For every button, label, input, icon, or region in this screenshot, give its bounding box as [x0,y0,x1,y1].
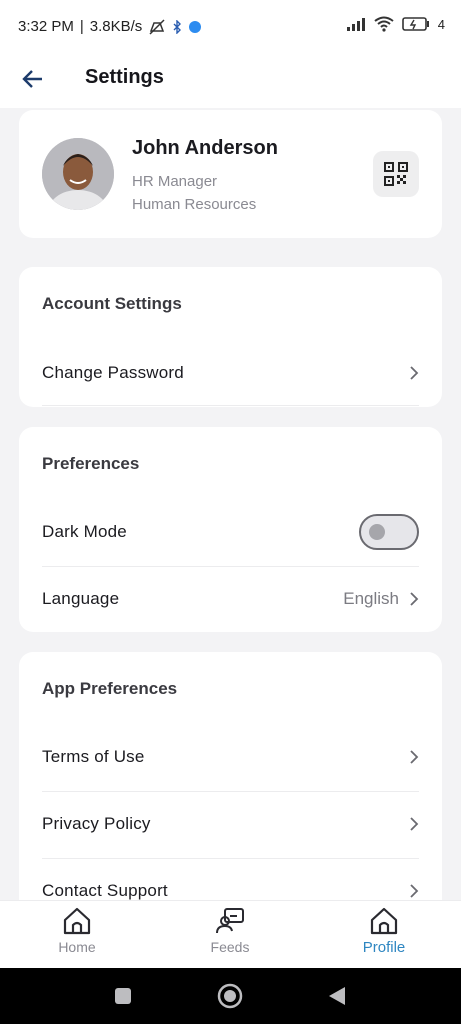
language-row[interactable]: Language English [42,577,419,621]
avatar-image [42,138,114,210]
terms-of-use-row[interactable]: Terms of Use [42,735,419,779]
battery-level: 4 [437,16,445,32]
chevron-right-icon [410,750,419,764]
change-password-row[interactable]: Change Password [42,351,419,395]
bluetooth-icon [173,19,182,34]
messenger-icon [189,20,202,33]
profile-name: John Anderson [132,137,278,159]
nav-item-home[interactable]: Home [27,907,127,965]
status-bar: 3:32 PM | 3.8KB/s 4 [0,0,461,52]
change-password-label: Change Password [42,363,184,382]
back-nav-button[interactable] [327,985,347,1007]
qr-code-icon [384,162,408,186]
nav-item-profile[interactable]: Profile [334,907,434,965]
profile-card[interactable]: John Anderson HR Manager Human Resources [19,110,442,238]
divider [42,566,419,567]
chevron-right-icon [410,817,419,831]
divider [42,405,419,406]
back-button[interactable] [16,62,50,96]
divider [42,791,419,792]
app-preferences-card: App Preferences Terms of Use Privacy Pol… [19,652,442,932]
mute-icon [149,18,165,35]
terms-of-use-label: Terms of Use [42,747,145,766]
language-label: Language [42,589,120,608]
home-button[interactable] [217,983,243,1009]
battery-icon [401,17,429,31]
nav-label-feeds: Feeds [210,939,250,955]
bottom-navigation: Home Feeds Profile [0,900,461,968]
status-separator: | [79,18,84,35]
nav-label-profile: Profile [362,939,406,956]
nav-item-feeds[interactable]: Feeds [180,907,280,965]
home-icon [63,907,91,935]
recents-button[interactable] [113,986,133,1006]
qr-code-button[interactable] [373,151,419,197]
signal-icon [346,18,365,31]
arrow-left-icon [22,70,42,88]
dark-mode-toggle[interactable] [359,514,419,550]
avatar [42,138,114,210]
section-title-preferences: Preferences [42,454,140,473]
status-time: 3:32 PM [18,18,74,35]
divider [42,858,419,859]
chevron-right-icon [410,366,419,380]
section-title-account-settings: Account Settings [42,294,182,313]
chevron-right-icon [410,884,419,898]
status-left: 3:32 PM | 3.8KB/s [18,18,202,35]
privacy-policy-row[interactable]: Privacy Policy [42,802,419,846]
dark-mode-label: Dark Mode [42,522,127,541]
profile-role: HR Manager [132,173,218,190]
privacy-policy-label: Privacy Policy [42,814,151,833]
dark-mode-row: Dark Mode [42,510,419,554]
system-navigation-bar [0,968,461,1024]
home-icon [370,907,398,935]
status-network-speed: 3.8KB/s [89,18,143,35]
wifi-icon [374,16,394,32]
feeds-icon [216,908,244,934]
profile-department: Human Resources [132,196,257,213]
status-right: 4 [346,16,445,32]
language-value: English [343,589,399,608]
nav-label-home: Home [58,939,96,955]
section-title-app-preferences: App Preferences [42,679,178,698]
account-settings-card: Account Settings Change Password [19,267,442,407]
toggle-knob [369,524,385,540]
language-right: English [343,589,419,609]
chevron-right-icon [410,592,419,606]
contact-support-label: Contact Support [42,881,168,900]
app-bar: Settings [0,52,461,108]
preferences-card: Preferences Dark Mode Language English [19,427,442,632]
page-title: Settings [85,66,164,88]
